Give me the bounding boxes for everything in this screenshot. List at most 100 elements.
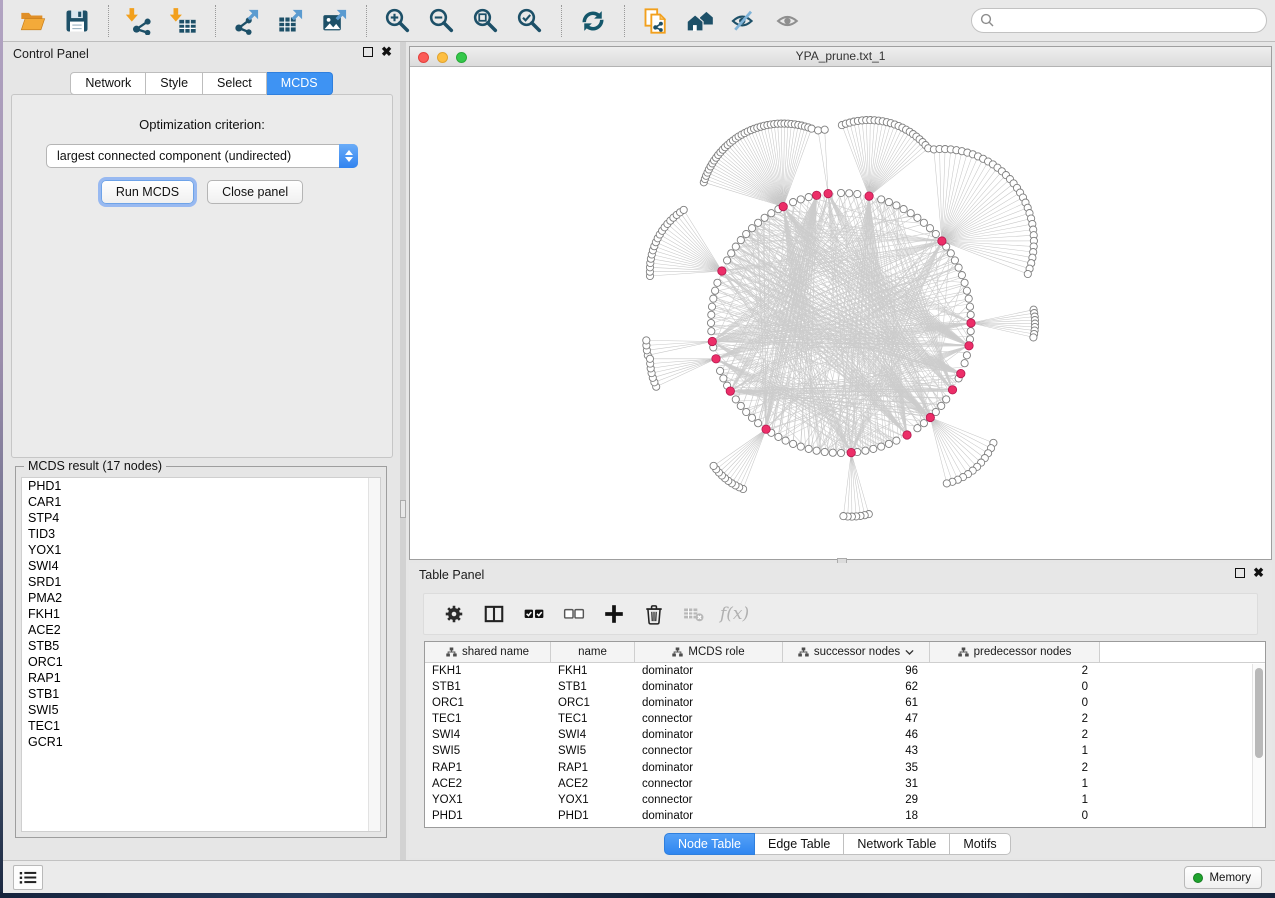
save-session-icon[interactable] [62,6,92,36]
window-maximize-icon[interactable] [456,52,467,63]
list-item[interactable]: GCR1 [22,734,380,750]
list-item[interactable]: FKH1 [22,606,380,622]
run-mcds-button[interactable]: Run MCDS [101,180,194,204]
column-label: predecessor nodes [974,646,1072,658]
table-row[interactable]: PHD1PHD1dominator180 [425,809,1265,825]
optimization-criterion-label: Optimization criterion: [12,117,392,132]
search-input[interactable] [971,8,1267,33]
task-history-button[interactable] [13,865,43,890]
import-network-icon[interactable] [125,6,155,36]
list-item[interactable]: SWI5 [22,702,380,718]
zoom-in-icon[interactable] [383,6,413,36]
list-item[interactable]: TEC1 [22,718,380,734]
zoom-selected-icon[interactable] [515,6,545,36]
open-file-icon[interactable] [18,6,48,36]
table-cell: 29 [783,793,930,809]
table-row[interactable]: SWI5SWI5connector431 [425,744,1265,760]
table-cell: FKH1 [425,663,551,679]
table-cell: RAP1 [425,760,551,776]
table-scrollbar[interactable] [1252,664,1265,827]
list-item[interactable]: SRD1 [22,574,380,590]
float-panel-icon[interactable] [363,47,373,57]
apply-layout-icon[interactable] [578,6,608,36]
network-titlebar[interactable]: YPA_prune.txt_1 [410,47,1271,67]
table-row[interactable]: STB1STB1dominator620 [425,679,1265,695]
column-header-predecessor-nodes[interactable]: predecessor nodes [930,642,1100,662]
table-row[interactable]: RAP1RAP1dominator352 [425,760,1265,776]
table-row[interactable]: TEC1TEC1connector472 [425,712,1265,728]
list-item[interactable]: TID3 [22,526,380,542]
close-panel-button[interactable]: Close panel [207,180,303,204]
close-table-panel-icon[interactable]: ✖ [1253,568,1264,578]
screen: Control Panel ✖ NetworkStyleSelectMCDS O… [0,0,1275,898]
list-item[interactable]: RAP1 [22,670,380,686]
table-row[interactable]: FKH1FKH1dominator962 [425,663,1265,679]
table-cell: 1 [930,776,1100,792]
mcds-list-scrollbar[interactable] [368,478,380,831]
float-table-panel-icon[interactable] [1235,568,1245,578]
list-item[interactable]: SWI4 [22,558,380,574]
close-panel-icon[interactable]: ✖ [381,47,392,57]
table-panel-title: Table Panel [419,568,484,582]
table-row[interactable]: YOX1YOX1connector291 [425,793,1265,809]
tab-select[interactable]: Select [203,72,267,95]
show-hidden-icon[interactable] [773,6,803,36]
table-row[interactable]: SWI4SWI4dominator462 [425,728,1265,744]
table-scrollbar-thumb[interactable] [1255,668,1263,758]
node-table-body[interactable]: FKH1FKH1dominator962STB1STB1dominator620… [425,663,1265,825]
column-header-name[interactable]: name [551,642,635,662]
show-columns-icon[interactable] [482,602,506,626]
table-cell: connector [635,793,783,809]
hide-selected-icon[interactable] [729,6,759,36]
delete-table-icon [682,602,706,626]
tab-edge-table[interactable]: Edge Table [755,833,844,855]
zoom-fit-icon[interactable] [471,6,501,36]
export-network-icon[interactable] [232,6,262,36]
column-header-successor-nodes[interactable]: successor nodes [783,642,930,662]
table-cell: ORC1 [425,695,551,711]
list-item[interactable]: ACE2 [22,622,380,638]
tab-style[interactable]: Style [146,72,203,95]
column-header-filler [1100,642,1265,662]
table-row[interactable]: ORC1ORC1dominator610 [425,695,1265,711]
window-minimize-icon[interactable] [437,52,448,63]
list-item[interactable]: ORC1 [22,654,380,670]
list-item[interactable]: STB1 [22,686,380,702]
table-row[interactable]: ACE2ACE2connector311 [425,776,1265,792]
network-svg [410,67,1271,559]
mcds-result-group: MCDS result (17 nodes) PHD1CAR1STP4TID3Y… [15,466,387,838]
mcds-result-list[interactable]: PHD1CAR1STP4TID3YOX1SWI4SRD1PMA2FKH1ACE2… [21,477,381,832]
tab-network[interactable]: Network [70,72,146,95]
list-item[interactable]: STP4 [22,510,380,526]
clone-network-icon[interactable] [641,6,671,36]
first-neighbors-icon[interactable] [685,6,715,36]
tab-node-table[interactable]: Node Table [664,833,755,855]
export-table-icon[interactable] [276,6,306,36]
network-canvas[interactable] [410,67,1271,559]
create-column-icon[interactable] [602,602,626,626]
column-header-mcds-role[interactable]: MCDS role [635,642,783,662]
list-item[interactable]: STB5 [22,638,380,654]
delete-columns-icon[interactable] [642,602,666,626]
list-item[interactable]: CAR1 [22,494,380,510]
column-settings-gear-icon[interactable] [442,602,466,626]
tab-network-table[interactable]: Network Table [844,833,950,855]
table-cell: 1 [930,793,1100,809]
window-close-icon[interactable] [418,52,429,63]
import-table-icon[interactable] [169,6,199,36]
table-cell: 61 [783,695,930,711]
select-all-columns-icon[interactable] [522,602,546,626]
export-image-icon[interactable] [320,6,350,36]
tab-mcds[interactable]: MCDS [267,72,333,95]
tab-motifs[interactable]: Motifs [950,833,1010,855]
table-toolbar: f(x) [423,593,1258,635]
control-panel: Control Panel ✖ NetworkStyleSelectMCDS O… [3,42,400,860]
zoom-out-icon[interactable] [427,6,457,36]
list-item[interactable]: PHD1 [22,478,380,494]
optimization-criterion-select[interactable]: largest connected component (undirected) [46,144,358,168]
list-item[interactable]: YOX1 [22,542,380,558]
unselect-all-columns-icon[interactable] [562,602,586,626]
column-header-shared-name[interactable]: shared name [425,642,551,662]
memory-button[interactable]: Memory [1184,866,1262,889]
list-item[interactable]: PMA2 [22,590,380,606]
